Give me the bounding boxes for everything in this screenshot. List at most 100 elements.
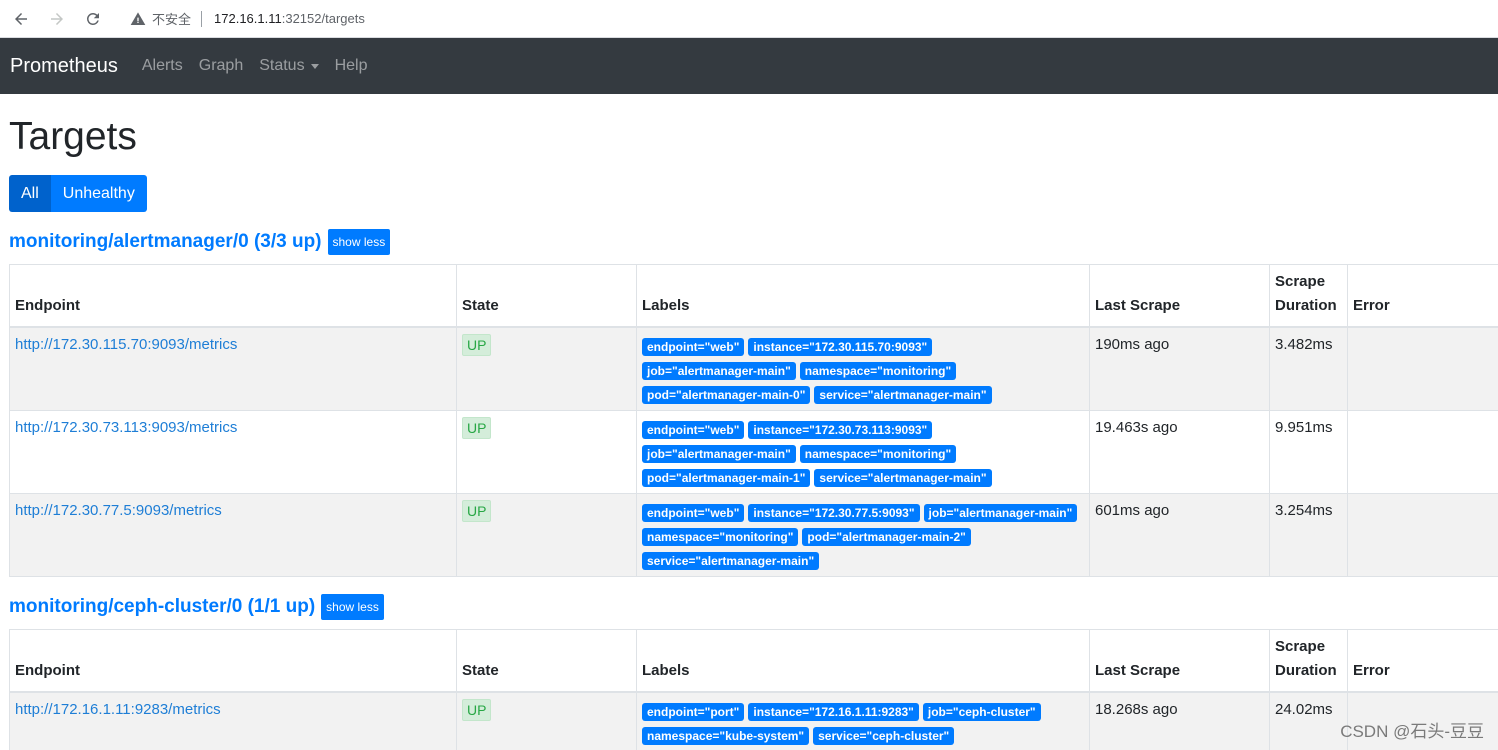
labels-list: endpoint="web" instance="172.30.73.113:90…: [642, 421, 1084, 487]
nav-graph[interactable]: Graph: [199, 57, 243, 75]
target-label-badge: endpoint="web": [642, 504, 745, 522]
target-label-badge: pod="alertmanager-main-2": [802, 528, 971, 546]
header-error: Error: [1347, 629, 1498, 693]
target-label-badge: job="alertmanager-main": [642, 445, 796, 463]
address-bar[interactable]: 不安全 172.16.1.11 :32152/targets: [130, 4, 365, 34]
nav-status-label: Status: [259, 57, 305, 74]
state-badge: UP: [462, 699, 492, 721]
scrape-duration-cell: 3.254ms: [1269, 493, 1348, 577]
error-cell: [1347, 493, 1498, 577]
table-row: http://172.30.77.5:9093/metrics UP endpo…: [9, 493, 1498, 577]
job-header: monitoring/alertmanager/0 (3/3 up) show l…: [9, 229, 1498, 255]
state-badge: UP: [462, 500, 492, 522]
endpoint-link[interactable]: http://172.30.77.5:9093/metrics: [15, 502, 222, 519]
scrape-duration-cell: 3.482ms: [1269, 326, 1348, 411]
header-last-scrape: Last Scrape: [1089, 629, 1270, 693]
state-badge: UP: [462, 417, 492, 439]
endpoint-link[interactable]: http://172.16.1.11:9283/metrics: [15, 701, 221, 718]
labels-list: endpoint="web" instance="172.30.115.70:90…: [642, 338, 1084, 404]
table-row: http://172.16.1.11:9283/metrics UP endpo…: [9, 691, 1498, 750]
target-label-badge: instance="172.16.1.11:9283": [748, 703, 919, 721]
target-label-badge: job="ceph-cluster": [922, 703, 1041, 721]
header-error: Error: [1347, 264, 1498, 328]
state-badge: UP: [462, 334, 492, 356]
back-button[interactable]: [6, 4, 36, 34]
header-scrape-duration: Scrape Duration: [1269, 264, 1348, 328]
endpoint-cell: http://172.16.1.11:9283/metrics: [9, 691, 457, 750]
job-list: monitoring/alertmanager/0 (3/3 up) show l…: [9, 229, 1498, 750]
target-label-badge: endpoint="web": [642, 421, 745, 439]
header-scrape-duration-line1: Scrape: [1275, 273, 1326, 290]
target-label-badge: service="alertmanager-main": [642, 552, 820, 570]
labels-list: endpoint="port" instance="172.16.1.11:928…: [642, 703, 1084, 745]
target-label-badge: job="alertmanager-main": [642, 362, 796, 380]
show-less-button[interactable]: show less: [321, 594, 384, 620]
filter-unhealthy-button[interactable]: Unhealthy: [50, 175, 147, 212]
error-cell: [1347, 410, 1498, 494]
last-scrape-cell: 18.268s ago: [1089, 691, 1270, 750]
target-label-badge: job="alertmanager-main": [923, 504, 1078, 522]
reload-button[interactable]: [78, 4, 108, 34]
header-scrape-duration-line2: Duration: [1275, 297, 1337, 314]
state-cell: UP: [456, 326, 637, 411]
target-label-badge: endpoint="web": [642, 338, 745, 356]
table-row: http://172.30.73.113:9093/metrics UP end…: [9, 410, 1498, 494]
forward-button[interactable]: [42, 4, 72, 34]
target-label-badge: service="alertmanager-main": [814, 386, 992, 404]
navbar: Prometheus Alerts Graph Status Help: [0, 38, 1498, 94]
labels-cell: endpoint="web" instance="172.30.73.113:90…: [636, 410, 1090, 494]
insecure-label: 不安全: [152, 12, 192, 27]
state-cell: UP: [456, 493, 637, 577]
labels-list: endpoint="web" instance="172.30.77.5:9093…: [642, 504, 1084, 570]
header-scrape-duration-line2: Duration: [1275, 662, 1337, 679]
header-labels: Labels: [636, 264, 1090, 328]
header-last-scrape: Last Scrape: [1089, 264, 1270, 328]
endpoint-cell: http://172.30.77.5:9093/metrics: [9, 493, 457, 577]
target-label-badge: namespace="monitoring": [799, 362, 957, 380]
job-header: monitoring/ceph-cluster/0 (1/1 up) show l…: [9, 594, 1498, 620]
nav-alerts[interactable]: Alerts: [142, 57, 183, 75]
filter-button-group: All Unhealthy: [9, 175, 1498, 212]
target-label-badge: service="alertmanager-main": [814, 469, 992, 487]
url-host: 172.16.1.11: [214, 11, 282, 26]
state-cell: UP: [456, 410, 637, 494]
target-label-badge: namespace="monitoring": [799, 445, 957, 463]
filter-all-button[interactable]: All: [9, 175, 51, 212]
header-state: State: [456, 629, 637, 693]
show-less-button[interactable]: show less: [327, 229, 391, 255]
job-title-link[interactable]: monitoring/ceph-cluster/0 (1/1 up): [9, 596, 315, 618]
endpoint-link[interactable]: http://172.30.115.70:9093/metrics: [15, 336, 237, 353]
target-label-badge: namespace="monitoring": [642, 528, 799, 546]
target-label-badge: service="ceph-cluster": [813, 727, 955, 745]
nav-help[interactable]: Help: [335, 57, 368, 75]
targets-table: Endpoint State Labels Last Scrape Scrape…: [9, 264, 1498, 577]
job-title-link[interactable]: monitoring/alertmanager/0 (3/3 up): [9, 231, 322, 253]
browser-toolbar: 不安全 172.16.1.11 :32152/targets: [0, 0, 1498, 38]
header-endpoint: Endpoint: [9, 264, 457, 328]
url-path: :32152/targets: [281, 11, 365, 26]
reload-icon: [86, 12, 99, 25]
target-label-badge: instance="172.30.73.113:9093": [748, 421, 933, 439]
last-scrape-cell: 601ms ago: [1089, 493, 1270, 577]
header-scrape-duration: Scrape Duration: [1269, 629, 1348, 693]
target-label-badge: pod="alertmanager-main-0": [642, 386, 811, 404]
endpoint-cell: http://172.30.115.70:9093/metrics: [9, 326, 457, 411]
labels-cell: endpoint="port" instance="172.16.1.11:928…: [636, 691, 1090, 750]
target-label-badge: namespace="kube-system": [642, 727, 810, 745]
endpoint-link[interactable]: http://172.30.73.113:9093/metrics: [15, 419, 237, 436]
labels-cell: endpoint="web" instance="172.30.115.70:90…: [636, 326, 1090, 411]
brand-link[interactable]: Prometheus: [10, 55, 118, 78]
table-header-row: Endpoint State Labels Last Scrape Scrape…: [9, 629, 1498, 693]
warning-icon: [130, 11, 146, 25]
table-row: http://172.30.115.70:9093/metrics UP end…: [9, 326, 1498, 411]
header-labels: Labels: [636, 629, 1090, 693]
targets-table: Endpoint State Labels Last Scrape Scrape…: [9, 629, 1498, 750]
target-label-badge: pod="alertmanager-main-1": [642, 469, 811, 487]
error-cell: [1347, 326, 1498, 411]
arrow-left-icon: [15, 12, 27, 25]
header-scrape-duration-line1: Scrape: [1275, 638, 1326, 655]
state-cell: UP: [456, 691, 637, 750]
endpoint-cell: http://172.30.73.113:9093/metrics: [9, 410, 457, 494]
header-state: State: [456, 264, 637, 328]
nav-status[interactable]: Status: [259, 57, 319, 75]
